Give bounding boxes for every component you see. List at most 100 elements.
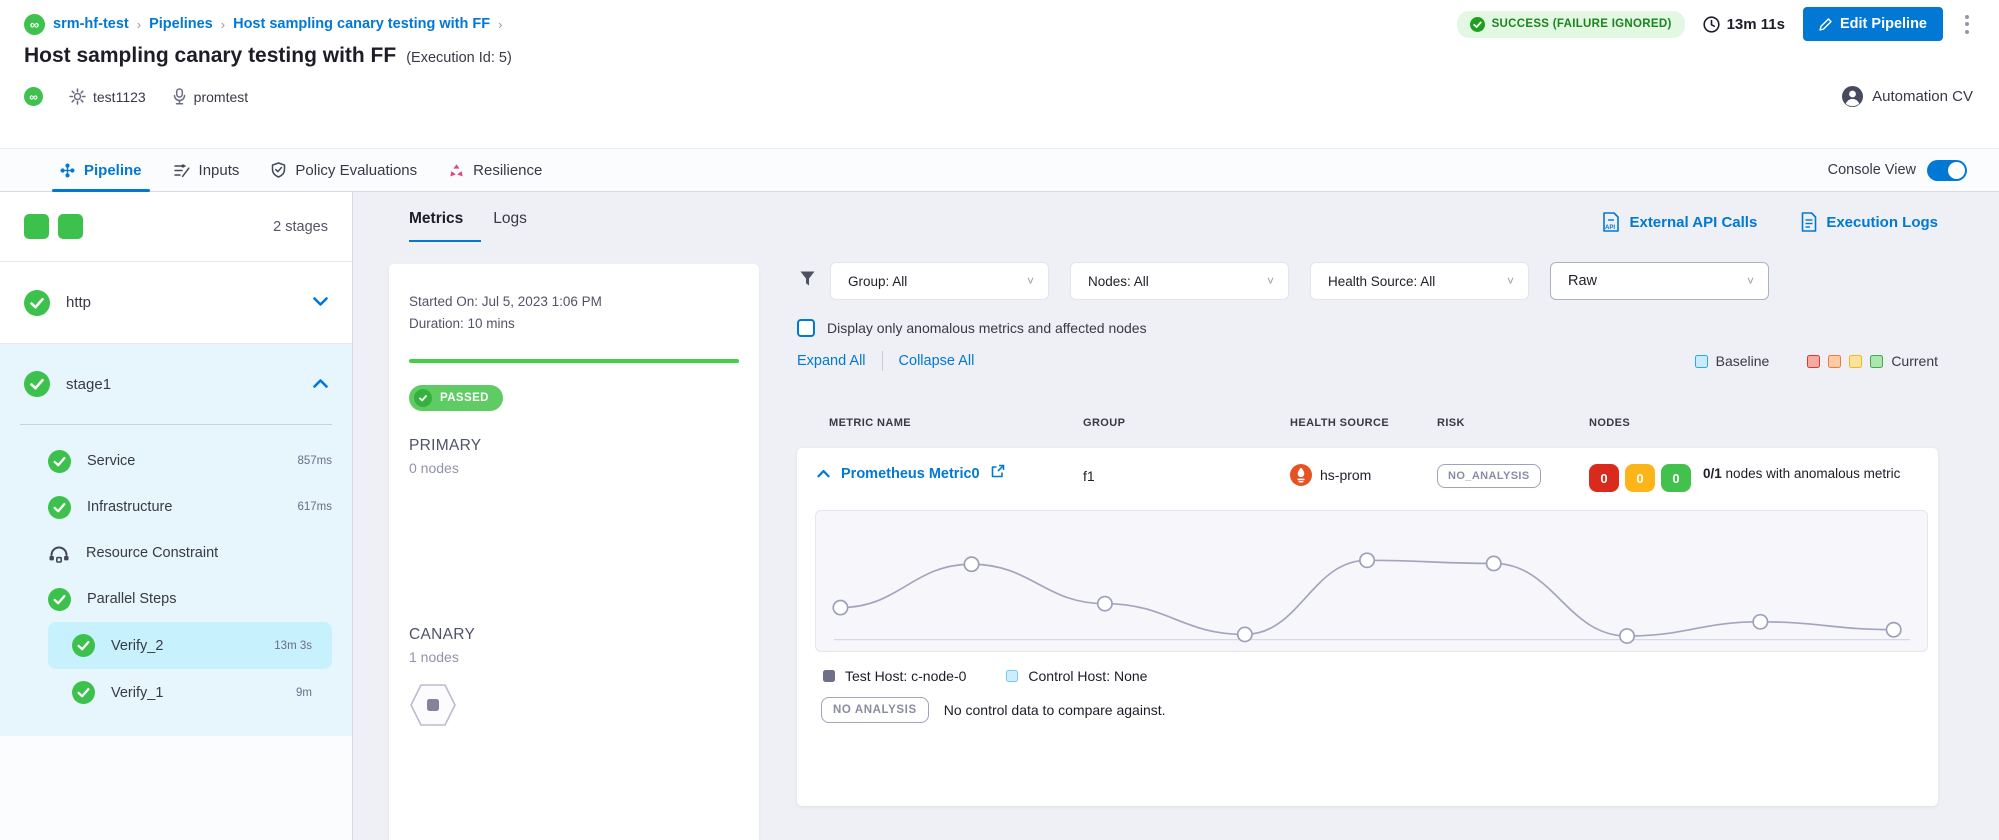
step-infrastructure[interactable]: Infrastructure 617ms [0, 484, 352, 530]
step-resource-constraint[interactable]: Resource Constraint [0, 530, 352, 576]
current-yellow-swatch [1849, 355, 1862, 368]
control-host-swatch [1006, 670, 1018, 682]
col-nodes: NODES [1589, 417, 1938, 429]
document-icon [1801, 212, 1817, 232]
verification-summary-card: Started On: Jul 5, 2023 1:06 PM Duration… [389, 264, 759, 840]
current-legend-label: Current [1891, 353, 1938, 369]
monitored-service-tag[interactable]: promtest [172, 88, 248, 105]
risk-badge: NO_ANALYSIS [1437, 464, 1541, 488]
service-tag[interactable]: test1123 [69, 88, 146, 105]
collapse-metric-chevron-icon[interactable] [817, 465, 830, 483]
tab-metrics[interactable]: Metrics [409, 210, 463, 242]
tab-policy-evaluations[interactable]: Policy Evaluations [255, 149, 433, 191]
no-analysis-badge: NO ANALYSIS [821, 697, 929, 723]
tab-resilience[interactable]: Resilience [433, 149, 558, 191]
step-duration: 617ms [297, 501, 332, 513]
status-badge-label: SUCCESS (FAILURE IGNORED) [1492, 18, 1672, 30]
health-source-filter-value: Health Source: All [1328, 274, 1435, 289]
service-tag-label: test1123 [93, 89, 146, 105]
elapsed-time-value: 13m 11s [1727, 16, 1785, 33]
stages-sidebar: 2 stages http stage1 Service 857ms [0, 192, 353, 840]
current-orange-swatch [1828, 355, 1841, 368]
primary-label: PRIMARY [409, 437, 739, 455]
external-api-calls-link[interactable]: API External API Calls [1602, 212, 1757, 232]
step-verify-2[interactable]: Verify_2 13m 3s [48, 622, 332, 669]
tab-resilience-label: Resilience [473, 162, 542, 179]
pencil-icon [1819, 18, 1832, 31]
success-check-icon [48, 450, 71, 473]
chevron-down-icon: ˅ [1027, 274, 1034, 288]
metrics-table-header: METRIC NAME GROUP HEALTH SOURCE RISK NOD… [797, 408, 1938, 438]
nodes-ratio: 0/1 [1703, 466, 1722, 481]
page-header: ∞ srm-hf-test › Pipelines › Host samplin… [0, 0, 1999, 148]
stage-stage1-label: stage1 [66, 376, 111, 393]
more-options-menu[interactable] [1961, 9, 1973, 40]
chevron-up-icon[interactable] [313, 375, 328, 393]
expand-all-link[interactable]: Expand All [797, 353, 866, 369]
chart-color-legend: Baseline Current [1695, 353, 1938, 369]
stage-http[interactable]: http [0, 262, 352, 344]
console-view-toggle[interactable] [1927, 160, 1967, 181]
step-label: Verify_2 [111, 638, 163, 654]
test-host-swatch [823, 670, 835, 682]
success-check-icon [24, 371, 50, 397]
baseline-legend-label: Baseline [1716, 353, 1770, 369]
no-analysis-message: No control data to compare against. [944, 702, 1166, 718]
external-link-icon[interactable] [991, 464, 1005, 483]
group-filter-value: Group: All [848, 274, 907, 289]
clock-icon [1703, 16, 1720, 33]
gear-icon [69, 88, 86, 105]
edit-pipeline-button[interactable]: Edit Pipeline [1803, 7, 1943, 41]
canary-node-hexagon[interactable] [409, 683, 457, 732]
breadcrumb-pipelines[interactable]: Pipelines [149, 16, 213, 32]
tab-inputs[interactable]: Inputs [158, 149, 256, 191]
stage1-section: stage1 Service 857ms Infrastructure 617m… [0, 344, 352, 736]
health-source-filter-select[interactable]: Health Source: All ˅ [1310, 262, 1529, 300]
breadcrumb-project[interactable]: srm-hf-test [53, 16, 129, 32]
check-icon [414, 389, 432, 407]
step-duration: 857ms [297, 455, 332, 467]
prometheus-icon [1290, 464, 1312, 486]
chevron-down-icon[interactable] [313, 294, 328, 312]
breadcrumb-pipeline-name[interactable]: Host sampling canary testing with FF [233, 16, 490, 32]
success-check-icon [72, 634, 95, 657]
view-mode-value: Raw [1568, 273, 1597, 289]
svg-text:API: API [1605, 225, 1615, 231]
step-label: Verify_1 [111, 685, 163, 701]
anomalous-only-checkbox[interactable] [797, 319, 815, 337]
tab-pipeline[interactable]: Pipeline [44, 149, 158, 191]
success-check-icon [24, 290, 50, 316]
user-avatar-icon [1842, 86, 1863, 107]
step-parallel-steps[interactable]: Parallel Steps [0, 576, 352, 622]
tab-policy-evaluations-label: Policy Evaluations [295, 162, 417, 179]
col-health-source: HEALTH SOURCE [1290, 417, 1437, 429]
execution-logs-label: Execution Logs [1826, 214, 1938, 231]
check-circle-icon [1470, 17, 1485, 32]
step-verify-1[interactable]: Verify_1 9m [48, 669, 332, 716]
test-host-legend: Test Host: c-node-0 [823, 668, 966, 684]
nodes-caption-text: nodes with anomalous metric [1726, 466, 1901, 481]
stage-stage1[interactable]: stage1 [0, 344, 352, 424]
collapse-all-link[interactable]: Collapse All [899, 353, 975, 369]
execution-id: (Execution Id: 5) [406, 50, 512, 66]
group-filter-select[interactable]: Group: All ˅ [830, 262, 1049, 300]
pipeline-execution-page: ∞ srm-hf-test › Pipelines › Host samplin… [0, 0, 1999, 840]
test-host-label: Test Host: c-node-0 [845, 668, 966, 684]
breadcrumb-separator: › [221, 17, 225, 32]
view-mode-select[interactable]: Raw ˅ [1550, 262, 1769, 300]
step-service[interactable]: Service 857ms [0, 438, 352, 484]
triggered-by-user-name: Automation CV [1872, 88, 1973, 105]
metric-name-link[interactable]: Prometheus Metric0 [841, 466, 980, 482]
tab-logs[interactable]: Logs [493, 210, 527, 242]
step-label: Infrastructure [87, 499, 172, 515]
metrics-analysis-panel: API External API Calls Execution Logs Gr… [797, 192, 1938, 840]
breadcrumb-separator: › [498, 17, 502, 32]
current-red-swatch [1807, 355, 1820, 368]
triggered-by-user: Automation CV [1842, 86, 1973, 107]
execution-logs-link[interactable]: Execution Logs [1801, 212, 1938, 232]
success-check-icon [72, 681, 95, 704]
success-check-icon [48, 496, 71, 519]
nodes-filter-select[interactable]: Nodes: All ˅ [1070, 262, 1289, 300]
resilience-icon [449, 163, 464, 178]
col-metric-name: METRIC NAME [829, 417, 1083, 429]
